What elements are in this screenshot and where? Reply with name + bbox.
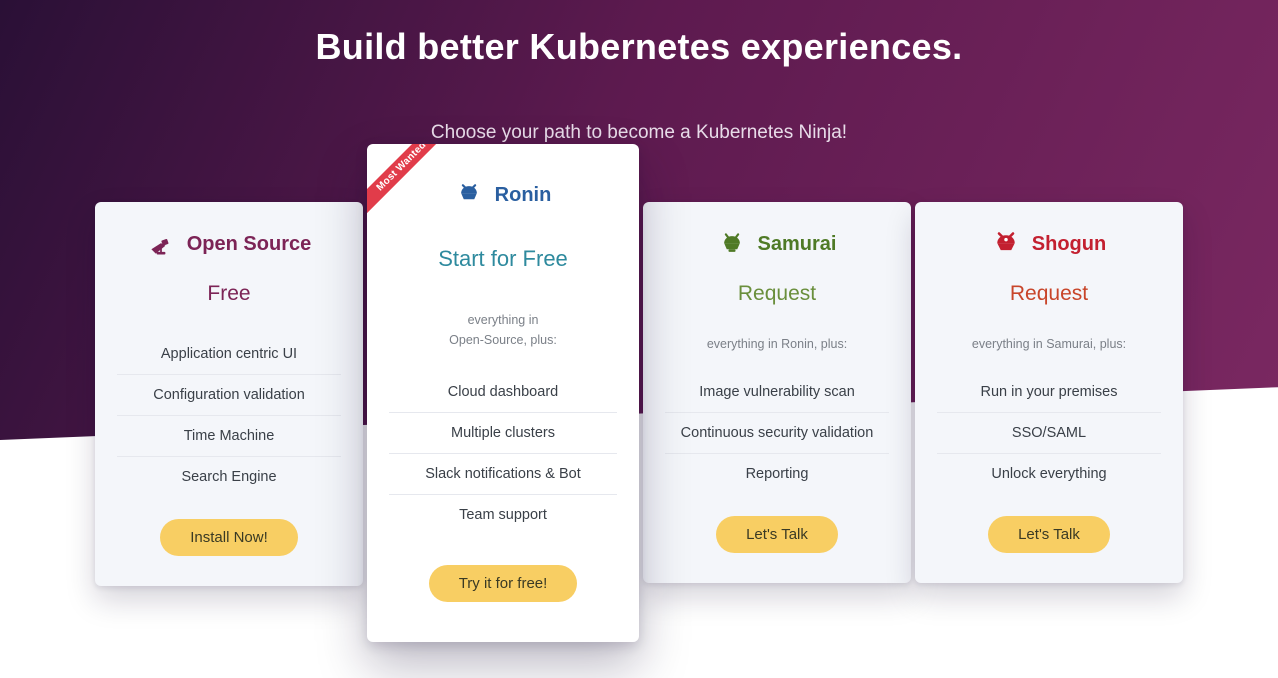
pricing-cards-row: Open Source Free Application centric UI … xyxy=(0,202,1278,642)
lead-line: Open-Source, plus: xyxy=(449,333,557,347)
lead-line: everything in Samurai, plus: xyxy=(972,337,1126,351)
tier-name: Shogun xyxy=(1032,233,1106,256)
feature-item: Run in your premises xyxy=(937,372,1161,413)
samurai-helmet-icon xyxy=(718,230,746,258)
pricing-card-open-source: Open Source Free Application centric UI … xyxy=(95,202,363,586)
feature-item: Image vulnerability scan xyxy=(665,372,889,413)
tier-price: Start for Free xyxy=(389,246,617,272)
feature-item: Application centric UI xyxy=(117,334,341,375)
pricing-card-shogun: Shogun Request everything in Samurai, pl… xyxy=(915,202,1183,583)
feature-item: Reporting xyxy=(665,454,889,494)
tier-header: Open Source xyxy=(117,230,341,258)
tier-lead: everything in Open-Source, plus: xyxy=(389,310,617,350)
try-it-for-free-button[interactable]: Try it for free! xyxy=(429,565,578,602)
feature-item: Team support xyxy=(389,495,617,535)
tier-name: Ronin xyxy=(495,184,552,207)
tier-header: Shogun xyxy=(937,230,1161,258)
feature-item: Unlock everything xyxy=(937,454,1161,494)
install-now-button[interactable]: Install Now! xyxy=(160,519,298,556)
pricing-card-samurai: Samurai Request everything in Ronin, plu… xyxy=(643,202,911,583)
page-title: Build better Kubernetes experiences. xyxy=(0,26,1278,68)
feature-item: Multiple clusters xyxy=(389,413,617,454)
telescope-icon xyxy=(147,230,175,258)
samurai-helmet-icon xyxy=(455,180,483,210)
feature-item: Slack notifications & Bot xyxy=(389,454,617,495)
pricing-card-ronin: Most Wanted Ronin Start for Free everyth… xyxy=(367,144,639,642)
tier-name: Samurai xyxy=(758,233,837,256)
feature-item: Configuration validation xyxy=(117,375,341,416)
page-content: Build better Kubernetes experiences. Cho… xyxy=(0,0,1278,642)
feature-item: Continuous security validation xyxy=(665,413,889,454)
lead-line: everything in xyxy=(468,313,539,327)
tier-lead: everything in Ronin, plus: xyxy=(665,334,889,354)
shogun-helmet-icon xyxy=(992,230,1020,258)
tier-lead: everything in Samurai, plus: xyxy=(937,334,1161,354)
feature-list: Application centric UI Configuration val… xyxy=(117,334,341,497)
tier-header: Samurai xyxy=(665,230,889,258)
tier-price: Request xyxy=(937,282,1161,306)
tier-name: Open Source xyxy=(187,233,311,256)
lets-talk-button[interactable]: Let's Talk xyxy=(988,516,1110,553)
tier-header: Ronin xyxy=(389,180,617,210)
lead-line: everything in Ronin, plus: xyxy=(707,337,847,351)
feature-list: Run in your premises SSO/SAML Unlock eve… xyxy=(937,372,1161,494)
tier-price: Free xyxy=(117,282,341,306)
feature-item: SSO/SAML xyxy=(937,413,1161,454)
tier-price: Request xyxy=(665,282,889,306)
page-subtitle: Choose your path to become a Kubernetes … xyxy=(0,122,1278,144)
feature-item: Time Machine xyxy=(117,416,341,457)
feature-list: Cloud dashboard Multiple clusters Slack … xyxy=(389,372,617,535)
lets-talk-button[interactable]: Let's Talk xyxy=(716,516,838,553)
feature-list: Image vulnerability scan Continuous secu… xyxy=(665,372,889,494)
feature-item: Cloud dashboard xyxy=(389,372,617,413)
feature-item: Search Engine xyxy=(117,457,341,497)
